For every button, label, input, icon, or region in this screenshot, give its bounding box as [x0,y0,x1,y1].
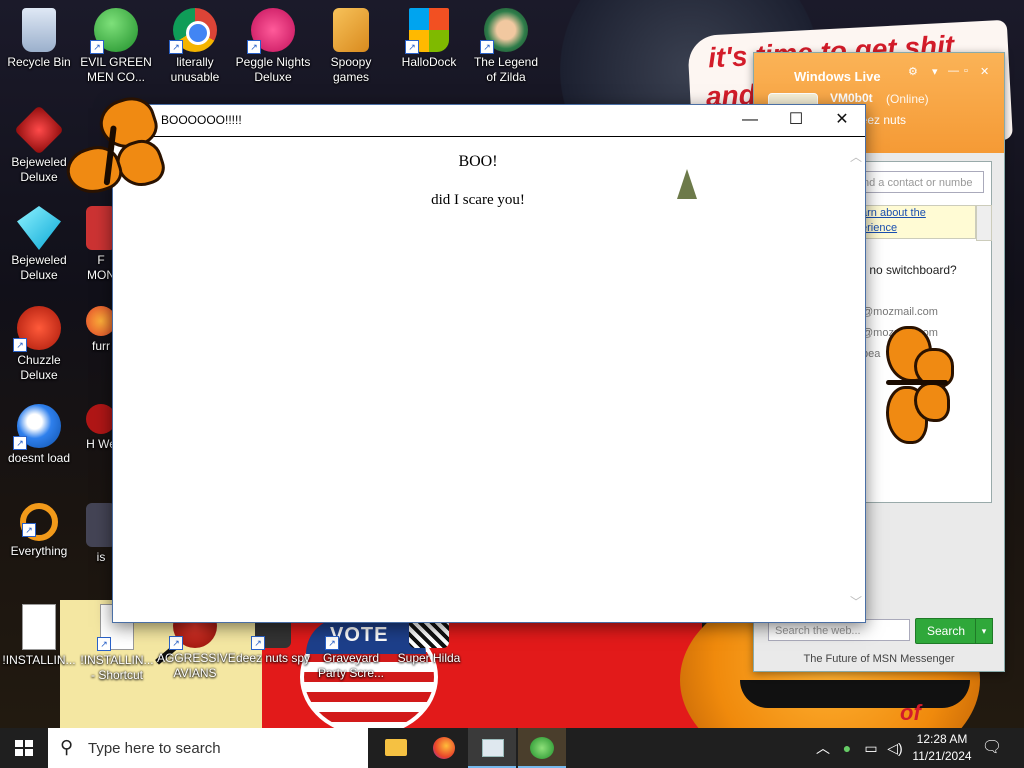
everything-search-icon: ↗ [20,503,58,541]
minimize-button[interactable]: — [727,105,773,135]
wallpaper-corner-tag: of [900,700,921,725]
boo-window[interactable]: BOOOOOO!!!!! — ☐ ✕ BOO! did I scare you!… [112,104,866,623]
notifications-icon[interactable]: 🗨 [978,728,1006,768]
desktop-icon-chuzzle[interactable]: ↗ Chuzzle Deluxe [1,300,77,383]
scroll-up-icon[interactable]: ︿ [847,149,865,165]
desktop-icon-spoopy-games[interactable]: Spoopy games [313,2,389,85]
taskbar-firefox[interactable] [420,728,468,768]
boo-window-content: BOO! did I scare you! ︿ ﹀ [113,137,865,622]
thunderbird-icon: ↗ [13,404,61,450]
search-icon: ⚲ [60,737,74,757]
desktop-icon-legend-of-zilda[interactable]: ↗ The Legend of Zilda [468,2,544,85]
msn-search-dropdown-icon[interactable]: ▾ [975,618,993,644]
firefox-icon [433,737,455,759]
desktop-icon-hallodock[interactable]: ↗ HalloDock [391,2,467,70]
msn-settings-icon[interactable]: ⚙ [908,65,918,78]
bejeweled-icon [17,206,61,250]
clock-date: 11/21/2024 [912,749,972,763]
tray-volume-icon[interactable]: ◁) [884,728,906,768]
butterfly-icon [880,326,954,444]
tree-sprite-icon [677,169,697,199]
taskbar-clock[interactable]: 12:28 AM 11/21/2024 [906,731,978,765]
desktop-icon-evil-green-men[interactable]: ↗ EVIL GREEN MEN CO... [78,2,154,85]
desktop-icon-everything[interactable]: ↗ Everything [1,497,77,559]
msn-switchboard-text: - no switchboard? [862,263,957,277]
desktop-icon-doesnt-load[interactable]: ↗ doesnt load [1,398,77,466]
msn-search-contact-input[interactable]: nd a contact or numbe [858,171,984,193]
boo-window-titlebar[interactable]: BOOOOOO!!!!! — ☐ ✕ [113,105,865,137]
text-file-icon [22,604,56,650]
taskbar: ⚲ Type here to search ︿ ● ▭ ◁) 12:28 AM … [0,728,1024,768]
scroll-down-icon[interactable]: ﹀ [847,594,865,610]
msn-tip-scrollbar[interactable] [976,205,992,241]
windows-logo-icon: ↗ [405,8,449,54]
taskbar-search-placeholder: Type here to search [88,740,221,757]
window-title: BOOOOOO!!!!! [161,113,242,127]
chuzzle-icon: ↗ [13,306,61,352]
tray-chevron-up-icon[interactable]: ︿ [812,728,834,768]
msn-tip-line2[interactable]: erience [861,221,975,236]
taskbar-msn-messenger[interactable] [518,728,566,768]
msn-user-name[interactable]: VM0b0t [830,91,873,105]
msn-tip-line1[interactable]: arn about the [861,206,975,221]
folder-icon [333,8,369,52]
msn-brand: Windows Live [794,69,881,84]
msn-menu-chevron-icon[interactable]: ▾ [932,65,938,78]
close-button[interactable]: ✕ [819,105,865,135]
maximize-button[interactable]: ☐ [773,105,819,135]
green-men-icon: ↗ [90,8,138,54]
taskbar-boo-window[interactable] [468,728,516,768]
desktop-icon-literally-unusable[interactable]: ↗ literally unusable [157,2,233,85]
start-button[interactable] [0,728,48,768]
clock-time: 12:28 AM [916,732,968,746]
windows-start-icon [15,740,33,756]
taskbar-file-explorer[interactable] [372,728,420,768]
msn-footer[interactable]: The Future of MSN Messenger [754,651,1004,667]
desktop-icon-peggle[interactable]: ↗ Peggle Nights Deluxe [235,2,311,85]
msn-messenger-icon [530,737,554,759]
chrome-icon: ↗ [169,8,217,54]
msn-contact-email-1[interactable]: @mozmail.com [862,306,938,318]
tray-msn-icon[interactable]: ● [836,728,858,768]
boo-heading: BOO! [458,153,498,170]
recycle-bin-icon [22,8,56,52]
desktop-icon-bejeweled[interactable]: Bejeweled Deluxe [1,200,77,283]
msn-search-button[interactable]: Search [915,618,977,644]
file-explorer-icon [385,739,407,756]
taskbar-search-box[interactable]: ⚲ Type here to search [48,728,368,768]
msn-close-button[interactable]: ✕ [980,65,989,78]
wallpaper-pumpkin-mouth [740,680,970,708]
peggle-icon: ↗ [247,8,295,54]
msn-minimize-button[interactable]: — [948,65,959,77]
boo-window-icon [482,739,504,757]
tray-network-icon[interactable]: ▭ [860,728,882,768]
window-scrollbar[interactable]: ︿ ﹀ [847,137,865,622]
desktop-icon-installing[interactable]: !INSTALLIN... [1,598,77,668]
msn-restore-button[interactable]: ▫ [964,65,968,77]
desktop-icon-recycle-bin[interactable]: Recycle Bin [1,2,77,70]
boo-message: did I scare you! [431,192,525,208]
zilda-icon: ↗ [480,8,528,54]
msn-tip-banner[interactable]: arn about the erience [858,205,976,239]
msn-status[interactable]: (Online) [886,92,929,106]
